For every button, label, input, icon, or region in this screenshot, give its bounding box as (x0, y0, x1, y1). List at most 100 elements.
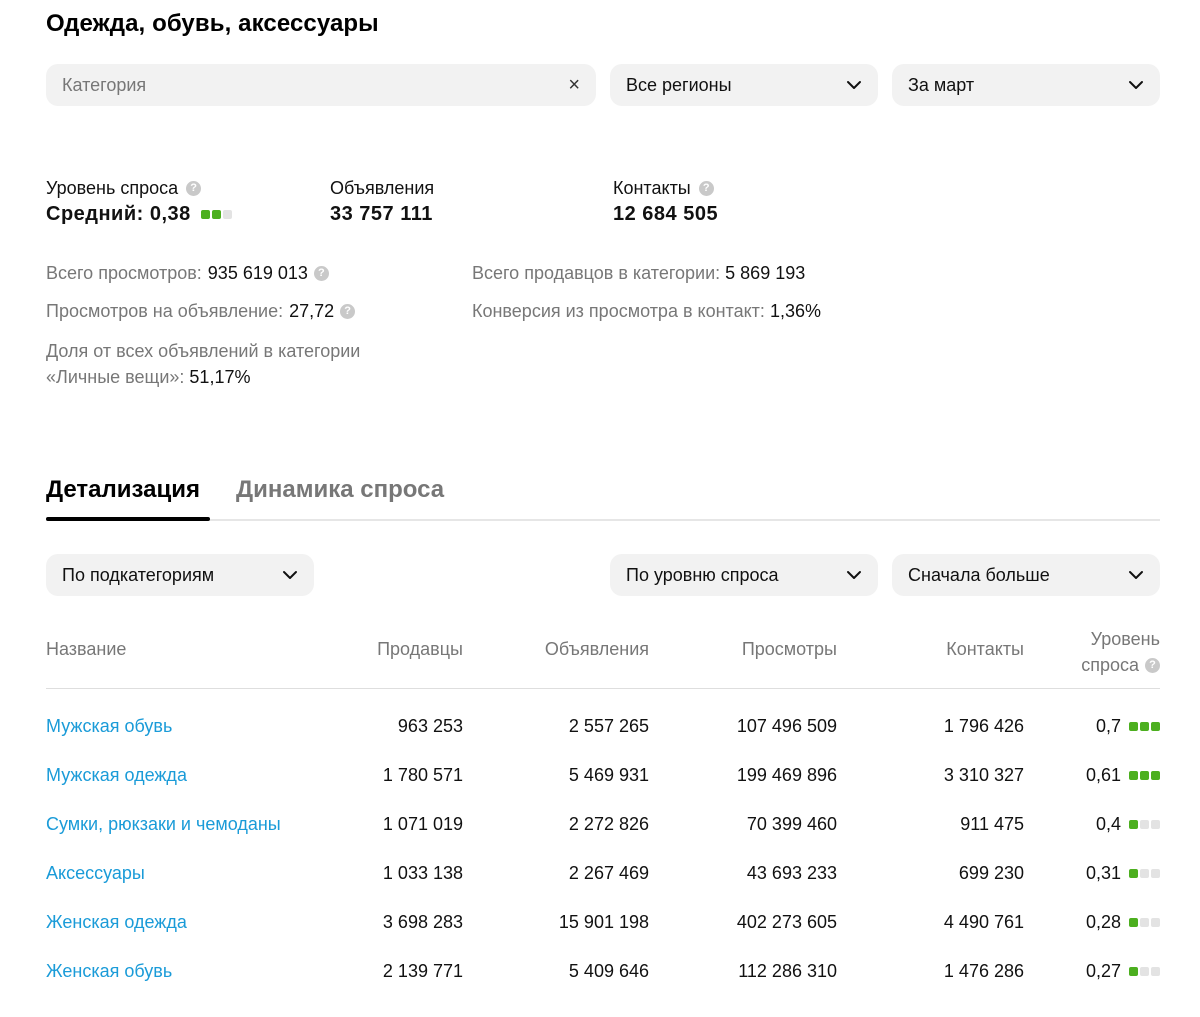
demand-value: Средний: 0,38 (46, 203, 191, 225)
ads-label: Объявления (330, 178, 435, 198)
contacts-value: 12 684 505 (613, 203, 719, 225)
category-input[interactable]: Категория × (46, 64, 596, 106)
header-ads[interactable]: Объявления (545, 639, 649, 660)
level-dot (1129, 918, 1138, 927)
level-dot (1129, 771, 1138, 780)
help-icon[interactable]: ? (1145, 657, 1160, 673)
cell-views: 402 273 605 (736, 912, 837, 932)
period-select[interactable]: За март (892, 64, 1160, 106)
demand-level-indicator (1129, 771, 1160, 780)
cell-demand: 0,7 (1096, 716, 1160, 737)
demand-level-indicator (1129, 722, 1160, 731)
level-dot (1151, 869, 1160, 878)
share-label: Доля от всех объявлений в категории (46, 341, 361, 361)
total-views: Всего просмотров: 935 619 013? (46, 263, 329, 284)
level-dot (1140, 771, 1149, 780)
demand-level-indicator (1129, 918, 1160, 927)
group-by-select[interactable]: По подкатегориям (46, 554, 314, 596)
total-sellers: Всего продавцов в категории: 5 869 193 (472, 263, 805, 284)
stat-ads: Объявления 33 757 111 (330, 178, 434, 226)
header-views[interactable]: Просмотры (742, 639, 837, 660)
cell-contacts: 4 490 761 (943, 912, 1024, 932)
chevron-down-icon (846, 77, 862, 93)
views-per-ad: Просмотров на объявление: 27,72? (46, 301, 356, 322)
order-value: Сначала больше (908, 564, 1050, 585)
level-dot (1140, 967, 1149, 976)
stat-contacts: Контакты? 12 684 505 (613, 178, 718, 226)
ads-value: 33 757 111 (330, 203, 433, 225)
demand-value: 0,61 (1085, 765, 1121, 785)
level-dot (1151, 967, 1160, 976)
cell-demand: 0,4 (1096, 814, 1160, 835)
cell-ads: 15 901 198 (558, 912, 649, 932)
conversion-label: Конверсия из просмотра в контакт: (472, 301, 765, 321)
conversion: Конверсия из просмотра в контакт: 1,36% (472, 301, 821, 322)
cell-sellers: 963 253 (397, 716, 463, 736)
help-icon[interactable]: ? (698, 181, 714, 196)
cell-views: 43 693 233 (746, 863, 837, 883)
header-contacts[interactable]: Контакты (946, 639, 1024, 660)
total-views-label: Всего просмотров: (46, 263, 202, 283)
demand-level-indicator (1129, 967, 1160, 976)
header-name[interactable]: Название (46, 639, 126, 660)
subcategory-link[interactable]: Женская одежда (46, 912, 187, 933)
share-value: 51,17% (189, 367, 251, 387)
cell-ads: 2 557 265 (568, 716, 649, 736)
cell-contacts: 1 796 426 (943, 716, 1024, 736)
level-dot (200, 210, 210, 219)
help-icon[interactable]: ? (313, 266, 329, 281)
sellers-value: 5 869 193 (725, 263, 806, 283)
subcategory-link[interactable]: Женская обувь (46, 961, 172, 982)
demand-label: Уровень спроса (46, 178, 179, 198)
cell-demand: 0,28 (1086, 912, 1160, 933)
subcategory-link[interactable]: Сумки, рюкзаки и чемоданы (46, 814, 281, 835)
demand-level-indicator (200, 210, 232, 219)
level-dot (1151, 918, 1160, 927)
header-demand[interactable]: Уровень спроса? (1081, 626, 1160, 678)
subcategory-link[interactable]: Мужская одежда (46, 765, 187, 786)
help-icon[interactable]: ? (340, 304, 356, 319)
views-per-ad-label: Просмотров на объявление: (46, 301, 284, 321)
level-dot (1140, 722, 1149, 731)
cell-ads: 5 409 646 (568, 961, 649, 981)
clear-icon[interactable]: × (568, 75, 580, 95)
page-title: Одежда, обувь, аксессуары (46, 10, 379, 37)
cell-views: 107 496 509 (736, 716, 837, 736)
demand-value: 0,27 (1085, 961, 1121, 981)
level-dot (1140, 820, 1149, 829)
level-dot (1129, 722, 1138, 731)
cell-sellers: 1 780 571 (382, 765, 463, 785)
order-select[interactable]: Сначала больше (892, 554, 1160, 596)
category-share: Доля от всех объявлений в категории «Лич… (46, 338, 360, 390)
region-value: Все регионы (626, 74, 732, 95)
level-dot (1129, 967, 1138, 976)
cell-contacts: 3 310 327 (943, 765, 1024, 785)
level-dot (222, 210, 232, 219)
level-dot (1151, 722, 1160, 731)
level-dot (1151, 820, 1160, 829)
cell-sellers: 1 071 019 (382, 814, 463, 834)
demand-value: 0,7 (1095, 716, 1121, 736)
subcategory-link[interactable]: Мужская обувь (46, 716, 172, 737)
cell-views: 112 286 310 (738, 961, 837, 981)
tab-details[interactable]: Детализация (46, 476, 200, 504)
help-icon[interactable]: ? (186, 181, 202, 196)
level-dot (1140, 918, 1149, 927)
chevron-down-icon (282, 567, 298, 583)
category-placeholder: Категория (62, 74, 147, 95)
sort-by-select[interactable]: По уровню спроса (610, 554, 878, 596)
cell-contacts: 911 475 (960, 814, 1024, 834)
period-value: За март (908, 74, 975, 95)
region-select[interactable]: Все регионы (610, 64, 878, 106)
table-header-divider (46, 688, 1160, 689)
subcategory-link[interactable]: Аксессуары (46, 863, 145, 884)
cell-contacts: 1 476 286 (943, 961, 1024, 981)
tabs-divider (46, 519, 1160, 521)
level-dot (1151, 771, 1160, 780)
demand-level-indicator (1129, 820, 1160, 829)
views-per-ad-value: 27,72 (289, 301, 335, 321)
share-label-cont: «Личные вещи»: (46, 367, 185, 387)
tab-demand-dynamics[interactable]: Динамика спроса (236, 476, 444, 504)
header-sellers[interactable]: Продавцы (377, 639, 463, 660)
sort-by-value: По уровню спроса (626, 564, 779, 585)
